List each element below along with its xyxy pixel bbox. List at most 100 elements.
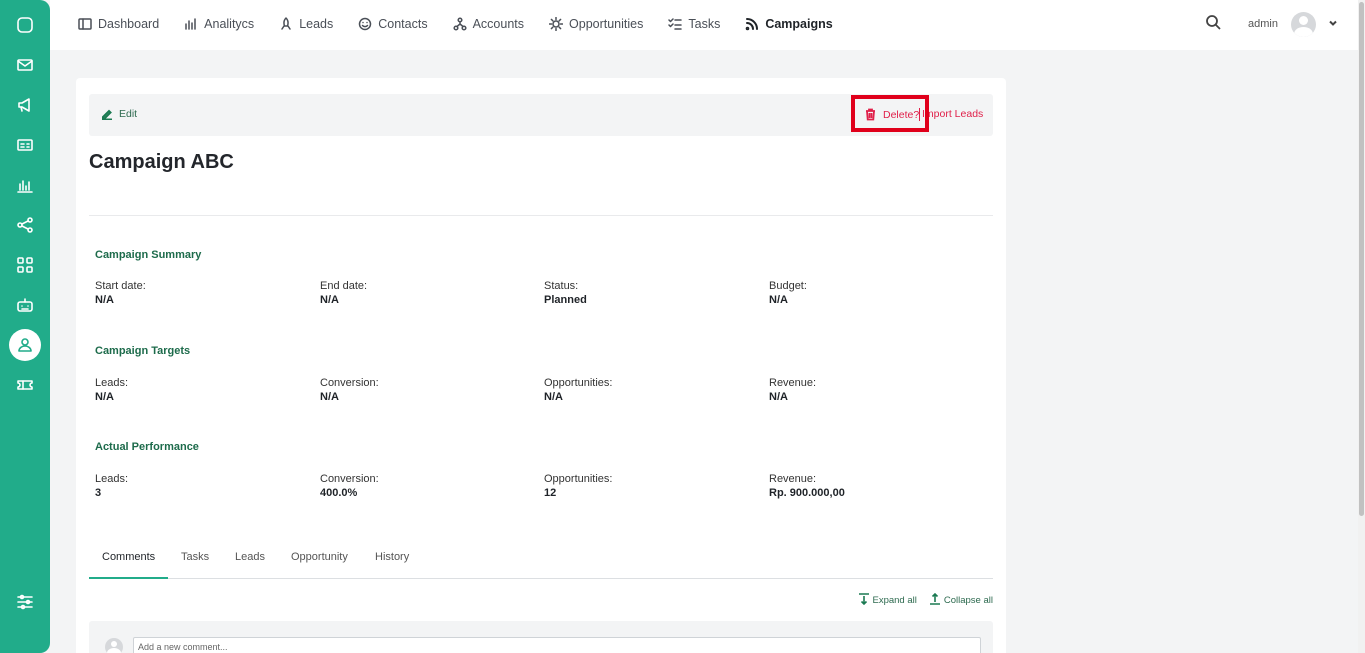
field-value: Planned	[544, 294, 587, 306]
network-icon	[453, 17, 467, 31]
analytics-icon	[185, 18, 196, 30]
nav-accounts[interactable]: Accounts	[453, 17, 524, 31]
rocket-icon	[281, 17, 291, 30]
comment-controls: Expand all Collapse all	[846, 592, 993, 608]
collapse-icon	[929, 592, 944, 608]
tab-history[interactable]: History	[375, 551, 409, 563]
field-label: Leads:	[95, 473, 129, 485]
nav-analytics[interactable]: Analitycs	[184, 17, 254, 31]
field-status: Status: Planned	[544, 279, 764, 307]
share-icon[interactable]	[9, 209, 41, 241]
nav-label: Contacts	[378, 17, 428, 31]
field-label: Opportunities:	[544, 473, 613, 485]
nav-opportunities[interactable]: Opportunities	[549, 17, 643, 31]
user-area: admin	[1205, 0, 1338, 48]
nav-label: Dashboard	[98, 17, 160, 31]
grid-icon[interactable]	[9, 249, 41, 281]
sliders-icon[interactable]	[9, 586, 41, 618]
field-value: N/A	[95, 391, 114, 403]
action-toolbar: Edit Delete? Import Leads	[89, 94, 993, 136]
field-value: N/A	[320, 294, 339, 306]
mail-icon[interactable]	[9, 49, 41, 81]
field-target-opportunities: Opportunities: N/A	[544, 376, 764, 404]
megaphone-icon[interactable]	[9, 89, 41, 121]
nav-tasks[interactable]: Tasks	[668, 17, 720, 31]
bar-chart-icon[interactable]	[9, 169, 41, 201]
field-label: Status:	[544, 280, 579, 292]
section-title-summary: Campaign Summary	[95, 249, 202, 261]
sun-icon	[549, 17, 564, 31]
expand-all-button[interactable]: Expand all	[858, 593, 917, 608]
chevron-down-icon[interactable]	[1316, 15, 1338, 33]
tab-opportunity[interactable]: Opportunity	[291, 551, 348, 563]
edit-button[interactable]: Edit	[101, 108, 137, 120]
page-scrollbar[interactable]	[1358, 0, 1365, 653]
highlight-box	[851, 95, 929, 132]
robot-icon[interactable]	[9, 289, 41, 321]
field-actual-conversion: Conversion: 400.0%	[320, 472, 540, 500]
sidebar	[0, 0, 50, 653]
field-value: 3	[95, 487, 102, 499]
expand-all-label: Expand all	[872, 595, 917, 606]
edit-label: Edit	[119, 108, 138, 120]
nav-contacts[interactable]: Contacts	[358, 17, 428, 31]
field-value: N/A	[320, 391, 339, 403]
field-actual-revenue: Revenue: Rp. 900.000,00	[769, 472, 989, 500]
import-leads-button[interactable]: Import Leads	[922, 108, 983, 120]
field-label: Revenue:	[769, 473, 817, 485]
nav-campaigns[interactable]: Campaigns	[745, 17, 833, 31]
id-card-icon[interactable]	[9, 129, 41, 161]
field-target-leads: Leads: N/A	[95, 376, 315, 404]
username[interactable]: admin	[1248, 18, 1278, 30]
campaign-detail-card: Edit Delete? Import Leads Campaign ABC C…	[76, 78, 1006, 653]
field-label: Start date:	[95, 280, 146, 292]
scrollbar-thumb[interactable]	[1359, 2, 1364, 516]
field-actual-leads: Leads: 3	[95, 472, 315, 500]
section-title-actual: Actual Performance	[95, 441, 199, 453]
comment-avatar	[105, 638, 123, 653]
section-title-targets: Campaign Targets	[95, 345, 191, 357]
field-label: Leads:	[95, 377, 129, 389]
chat-icon[interactable]	[9, 9, 41, 41]
ticket-icon[interactable]	[9, 369, 41, 401]
tab-comments[interactable]: Comments	[102, 551, 155, 563]
smiley-icon	[359, 17, 372, 31]
rss-icon	[746, 18, 759, 31]
comment-input[interactable]	[133, 637, 981, 653]
field-value: 12	[544, 487, 557, 499]
active-tab-indicator	[89, 577, 168, 579]
nav-label: Campaigns	[765, 17, 833, 31]
nav-label: Tasks	[688, 17, 721, 31]
expand-icon	[858, 593, 873, 608]
field-label: Opportunities:	[544, 377, 613, 389]
field-label: Revenue:	[769, 377, 817, 389]
nav-label: Leads	[299, 17, 334, 31]
tab-tasks[interactable]: Tasks	[181, 551, 209, 563]
avatar[interactable]	[1291, 11, 1316, 37]
field-value: N/A	[769, 391, 788, 403]
divider	[89, 215, 993, 216]
field-label: End date:	[320, 280, 368, 292]
field-value: N/A	[544, 391, 563, 403]
field-value: N/A	[769, 294, 788, 306]
collapse-all-button[interactable]: Collapse all	[929, 592, 993, 608]
nav-label: Accounts	[472, 17, 525, 31]
collapse-all-label: Collapse all	[943, 595, 993, 606]
page-title: Campaign ABC	[89, 151, 234, 173]
nav-leads[interactable]: Leads	[279, 17, 333, 31]
field-value: N/A	[95, 294, 114, 306]
tab-leads[interactable]: Leads	[235, 551, 265, 563]
nav-label: Opportunities	[569, 17, 644, 31]
pencil-icon	[102, 109, 112, 120]
field-target-conversion: Conversion: N/A	[320, 376, 540, 404]
user-icon[interactable]	[9, 329, 41, 361]
field-value: 400.0%	[320, 487, 358, 499]
field-start-date: Start date: N/A	[95, 279, 315, 307]
search-icon[interactable]	[1205, 14, 1221, 35]
field-label: Conversion:	[320, 377, 379, 389]
field-label: Budget:	[769, 280, 807, 292]
nav-label: Analitycs	[204, 17, 255, 31]
field-label: Conversion:	[320, 473, 379, 485]
checklist-icon	[668, 18, 683, 30]
nav-dashboard[interactable]: Dashboard	[78, 17, 159, 31]
